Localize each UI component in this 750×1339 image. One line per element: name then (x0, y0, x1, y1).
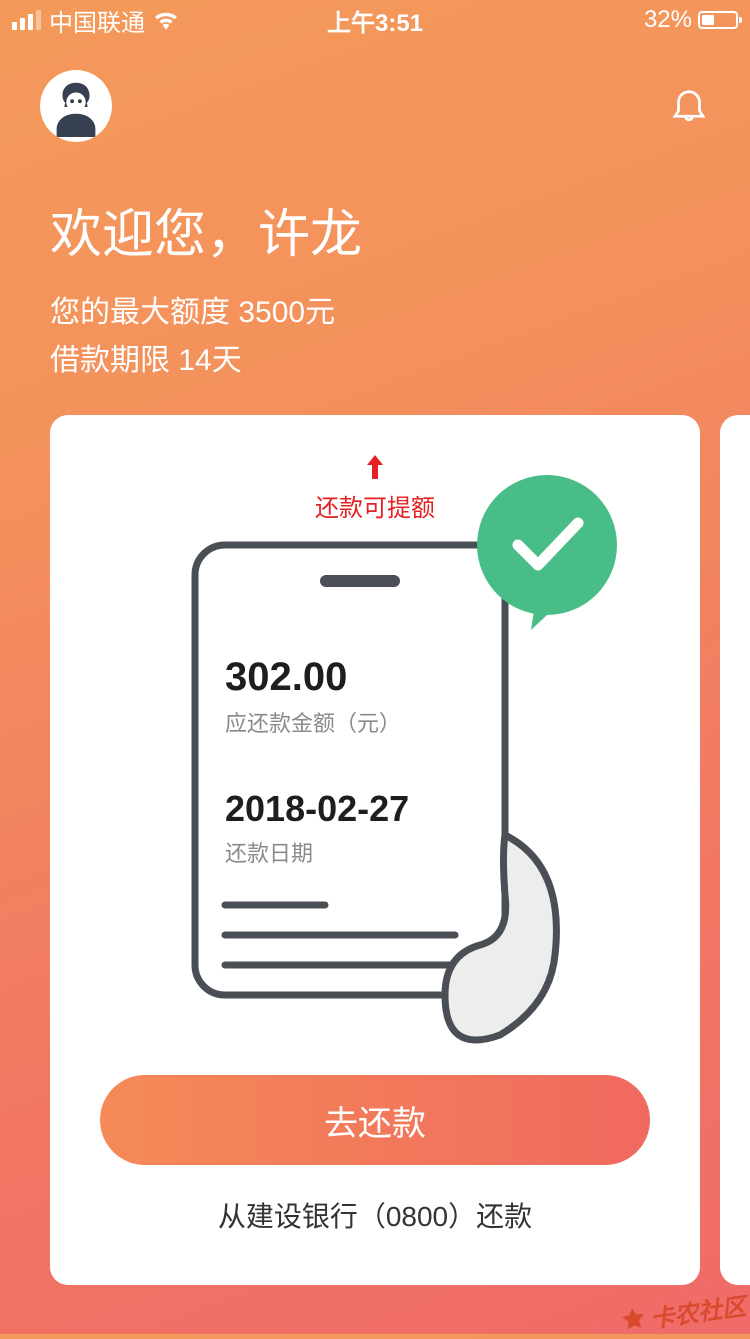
wifi-icon (153, 10, 179, 30)
status-time: 上午3:51 (327, 3, 423, 38)
document-illustration: 302.00 应还款金额（元） 2018-02-27 还款日期 (185, 535, 565, 1045)
next-card-peek[interactable] (720, 415, 750, 1285)
status-right: 32% (644, 6, 738, 34)
signal-icon (12, 10, 41, 30)
status-left: 中国联通 (12, 3, 179, 38)
status-bar: 中国联通 上午3:51 32% (0, 0, 750, 40)
document-content: 302.00 应还款金额（元） 2018-02-27 还款日期 (225, 655, 485, 868)
repayment-card: 还款可提额 (50, 415, 700, 1285)
carrier-label: 中国联通 (49, 3, 145, 38)
loan-period-text: 借款期限 14天 (50, 337, 700, 385)
watermark: 卡农社区 (618, 1286, 748, 1338)
repayment-date: 2018-02-27 (225, 788, 485, 830)
check-success-icon (470, 475, 625, 630)
header (0, 40, 750, 152)
credit-limit-text: 您的最大额度 3500元 (50, 289, 700, 337)
bank-info-text: 从建设银行（0800）还款 (100, 1195, 650, 1235)
welcome-title: 欢迎您，许龙 (50, 192, 700, 267)
notification-bell-icon[interactable] (668, 83, 710, 130)
avatar[interactable] (40, 70, 112, 142)
repayment-date-label: 还款日期 (225, 836, 485, 868)
battery-percent: 32% (644, 6, 692, 34)
watermark-text: 卡农社区 (648, 1286, 748, 1334)
battery-icon (698, 11, 738, 29)
welcome-section: 欢迎您，许龙 您的最大额度 3500元 借款期限 14天 (0, 152, 750, 415)
repay-button[interactable]: 去还款 (100, 1075, 650, 1165)
repayment-amount: 302.00 (225, 655, 485, 700)
repayment-amount-label: 应还款金额（元） (225, 706, 485, 738)
card-carousel[interactable]: 还款可提额 (0, 415, 750, 1285)
